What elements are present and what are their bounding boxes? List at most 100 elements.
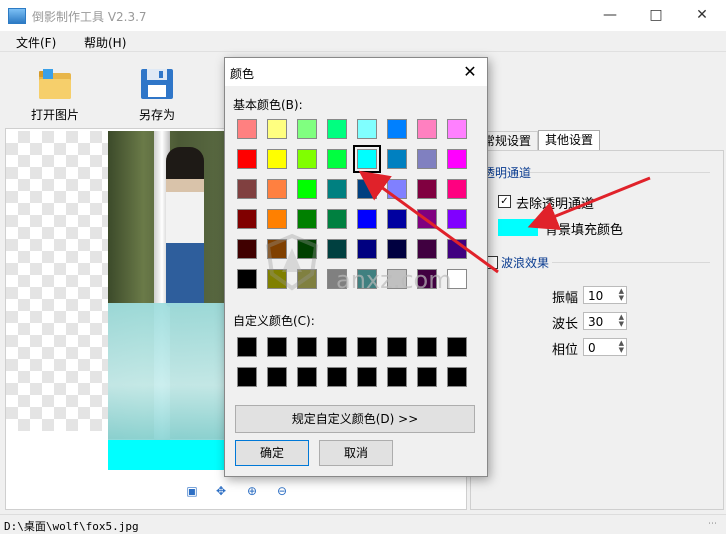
amplitude-spinner[interactable]: 10 ▲ ▼	[583, 286, 627, 304]
status-file-path: D:\桌面\wolf\fox5.jpg	[4, 520, 139, 533]
watermark-shield-icon	[265, 233, 319, 291]
actual-size-icon[interactable]: ✥	[213, 483, 229, 499]
basic-color-swatch-2-7[interactable]	[447, 179, 467, 199]
basic-color-swatch-2-5[interactable]	[387, 179, 407, 199]
dialog-close-icon[interactable]: ✕	[457, 60, 483, 84]
spinner-arrows-icon[interactable]: ▲ ▼	[619, 314, 624, 328]
spinner-arrows-icon[interactable]: ▲ ▼	[619, 288, 624, 302]
basic-color-swatch-0-6[interactable]	[417, 119, 437, 139]
basic-color-swatch-1-3[interactable]	[327, 149, 347, 169]
resize-grip-icon[interactable]: ⋯	[708, 519, 717, 529]
save-as-label: 另存为	[138, 108, 175, 122]
alpha-section-title: 透明通道	[483, 166, 532, 180]
open-image-button[interactable]: 打开图片	[20, 62, 90, 122]
basic-color-swatch-4-5[interactable]	[387, 239, 407, 259]
phase-label: 相位	[552, 343, 579, 358]
amplitude-value: 10	[588, 289, 604, 303]
basic-color-swatch-4-3[interactable]	[327, 239, 347, 259]
dialog-title-bar: 颜色 ✕	[225, 58, 487, 86]
remove-alpha-checkbox[interactable]: ✓	[498, 195, 511, 208]
basic-color-swatch-2-2[interactable]	[297, 179, 317, 199]
basic-colors-label: 基本颜色(B):	[233, 98, 303, 112]
watermark-text: anxz.com	[336, 266, 452, 294]
zoom-out-icon[interactable]: ⊖	[274, 483, 290, 499]
open-image-label: 打开图片	[30, 108, 79, 122]
custom-color-swatch-0-7[interactable]	[447, 337, 467, 357]
amplitude-label: 振幅	[552, 291, 579, 306]
save-as-button[interactable]: 另存为	[122, 62, 192, 122]
basic-color-swatch-0-1[interactable]	[267, 119, 287, 139]
basic-color-swatch-3-2[interactable]	[297, 209, 317, 229]
spinner-arrows-icon[interactable]: ▲ ▼	[619, 340, 624, 354]
background-fill-label: 背景填充颜色	[545, 223, 624, 238]
close-icon[interactable]: ✕	[679, 0, 725, 31]
basic-color-swatch-3-7[interactable]	[447, 209, 467, 229]
custom-color-swatch-1-1[interactable]	[267, 367, 287, 387]
basic-color-swatch-1-6[interactable]	[417, 149, 437, 169]
basic-color-swatch-1-2[interactable]	[297, 149, 317, 169]
custom-color-swatch-0-1[interactable]	[267, 337, 287, 357]
custom-color-swatch-1-7[interactable]	[447, 367, 467, 387]
wavelength-label: 波长	[552, 317, 579, 332]
basic-color-swatch-2-6[interactable]	[417, 179, 437, 199]
menu-file[interactable]: 文件(F)	[16, 34, 56, 51]
maximize-icon[interactable]: □	[633, 0, 679, 31]
basic-color-swatch-3-3[interactable]	[327, 209, 347, 229]
custom-color-swatch-1-2[interactable]	[297, 367, 317, 387]
ok-button[interactable]: 确定	[235, 440, 309, 466]
basic-color-swatch-4-4[interactable]	[357, 239, 377, 259]
basic-color-swatch-0-4[interactable]	[357, 119, 377, 139]
basic-color-swatch-2-4[interactable]	[357, 179, 377, 199]
fit-window-icon[interactable]: ▣	[184, 483, 200, 499]
custom-color-swatch-0-2[interactable]	[297, 337, 317, 357]
minimize-icon[interactable]: —	[587, 0, 633, 31]
tab-other-settings[interactable]: 其他设置	[538, 130, 601, 152]
custom-color-swatch-0-6[interactable]	[417, 337, 437, 357]
custom-color-swatch-1-3[interactable]	[327, 367, 347, 387]
basic-color-swatch-1-1[interactable]	[267, 149, 287, 169]
basic-color-swatch-5-0[interactable]	[237, 269, 257, 289]
basic-color-swatch-2-3[interactable]	[327, 179, 347, 199]
custom-color-swatch-1-5[interactable]	[387, 367, 407, 387]
custom-color-swatch-0-5[interactable]	[387, 337, 407, 357]
basic-color-swatch-1-5[interactable]	[387, 149, 407, 169]
custom-colors-grid	[233, 333, 473, 387]
custom-color-swatch-0-4[interactable]	[357, 337, 377, 357]
basic-color-swatch-3-5[interactable]	[387, 209, 407, 229]
basic-color-swatch-0-3[interactable]	[327, 119, 347, 139]
basic-color-swatch-1-4[interactable]	[353, 145, 381, 173]
basic-color-swatch-3-6[interactable]	[417, 209, 437, 229]
menu-help[interactable]: 帮助(H)	[84, 34, 126, 51]
title-bar: 倒影制作工具 V2.3.7 — □ ✕	[0, 0, 726, 31]
basic-color-swatch-4-0[interactable]	[237, 239, 257, 259]
menu-bar: 文件(F) 帮助(H)	[0, 31, 726, 52]
basic-color-swatch-4-7[interactable]	[447, 239, 467, 259]
wavelength-spinner[interactable]: 30 ▲ ▼	[583, 312, 627, 330]
custom-color-swatch-0-0[interactable]	[237, 337, 257, 357]
basic-color-swatch-3-1[interactable]	[267, 209, 287, 229]
basic-color-swatch-0-7[interactable]	[447, 119, 467, 139]
basic-color-swatch-0-2[interactable]	[297, 119, 317, 139]
basic-color-swatch-2-0[interactable]	[237, 179, 257, 199]
zoom-in-icon[interactable]: ⊕	[244, 483, 260, 499]
wavelength-value: 30	[588, 315, 604, 329]
basic-color-swatch-2-1[interactable]	[267, 179, 287, 199]
basic-color-swatch-1-7[interactable]	[447, 149, 467, 169]
basic-color-swatch-3-0[interactable]	[237, 209, 257, 229]
custom-color-swatch-0-3[interactable]	[327, 337, 347, 357]
cancel-button[interactable]: 取消	[319, 440, 393, 466]
photo-person	[166, 147, 204, 307]
basic-color-swatch-1-0[interactable]	[237, 149, 257, 169]
window-title: 倒影制作工具 V2.3.7	[32, 10, 147, 24]
basic-color-swatch-0-0[interactable]	[237, 119, 257, 139]
basic-color-swatch-0-5[interactable]	[387, 119, 407, 139]
basic-color-swatch-4-6[interactable]	[417, 239, 437, 259]
phase-value: 0	[588, 341, 596, 355]
basic-color-swatch-3-4[interactable]	[357, 209, 377, 229]
custom-color-swatch-1-0[interactable]	[237, 367, 257, 387]
custom-color-swatch-1-4[interactable]	[357, 367, 377, 387]
phase-spinner[interactable]: 0 ▲ ▼	[583, 338, 627, 356]
background-fill-color-swatch[interactable]	[498, 219, 538, 236]
define-custom-colors-button[interactable]: 规定自定义颜色(D) >>	[235, 405, 475, 433]
custom-color-swatch-1-6[interactable]	[417, 367, 437, 387]
